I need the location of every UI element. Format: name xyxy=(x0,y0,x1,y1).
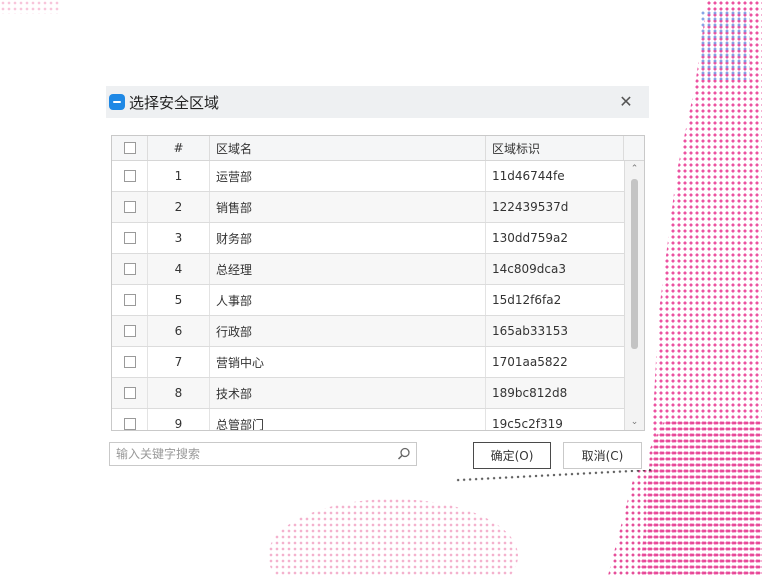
row-checkbox-cell[interactable] xyxy=(112,285,148,315)
row-zone-name: 总经理 xyxy=(210,254,486,284)
row-zone-id: 189bc812d8 xyxy=(492,386,568,400)
row-index: 6 xyxy=(148,316,210,346)
background-pattern xyxy=(0,0,60,14)
row-zone-name: 运营部 xyxy=(210,161,486,191)
row-zone-name: 营销中心 xyxy=(210,347,486,377)
search-icon[interactable] xyxy=(396,446,412,462)
row-checkbox-cell[interactable] xyxy=(112,347,148,377)
column-header-id[interactable]: 区域标识 xyxy=(486,136,624,160)
row-zone-id: 122439537d xyxy=(492,200,569,214)
row-index: 5 xyxy=(148,285,210,315)
row-checkbox[interactable] xyxy=(123,263,136,275)
header-filler xyxy=(624,136,644,160)
row-index: 4 xyxy=(148,254,210,284)
table-row[interactable]: 2 销售部 122439537d xyxy=(112,192,624,223)
confirm-button[interactable]: 确定(O) xyxy=(473,442,551,469)
row-checkbox-cell[interactable] xyxy=(112,254,148,284)
close-button[interactable]: ✕ xyxy=(614,90,638,114)
table-body: 1 运营部 11d46744fe 2 销售部 122439537d 3 财务部 130dd759… xyxy=(112,161,624,430)
row-zone-id: 165ab33153 xyxy=(492,324,569,338)
close-icon[interactable]: ✕ xyxy=(619,92,632,111)
row-zone-name: 行政部 xyxy=(210,316,486,346)
search-input[interactable] xyxy=(110,443,390,465)
zone-table: # 区域名 区域标识 1 运营部 11d46744fe 2 销售部 122439537d 3… xyxy=(111,135,645,431)
row-checkbox-cell[interactable] xyxy=(112,378,148,408)
row-checkbox-cell[interactable] xyxy=(112,192,148,222)
column-header-index[interactable]: # xyxy=(148,136,210,160)
table-row[interactable]: 7 营销中心 1701aa5822 xyxy=(112,347,624,378)
row-index: 9 xyxy=(148,409,210,430)
table-row[interactable]: 5 人事部 15d12f6fa2 xyxy=(112,285,624,316)
row-index: 2 xyxy=(148,192,210,222)
row-index: 1 xyxy=(148,161,210,191)
chevron-down-icon[interactable]: ⌄ xyxy=(625,414,644,430)
row-checkbox[interactable] xyxy=(123,294,136,306)
select-security-zone-dialog: 选择安全区域 ✕ # 区域名 区域标识 1 运营部 11d46744fe 2 销售部 12… xyxy=(106,86,649,470)
app-logo-icon xyxy=(109,94,125,110)
background-pattern xyxy=(268,499,518,575)
column-header-name[interactable]: 区域名 xyxy=(210,136,486,160)
row-checkbox-cell[interactable] xyxy=(112,316,148,346)
table-row[interactable]: 4 总经理 14c809dca3 xyxy=(112,254,624,285)
row-zone-name: 人事部 xyxy=(210,285,486,315)
row-zone-id: 130dd759a2 xyxy=(492,231,569,245)
table-row[interactable]: 6 行政部 165ab33153 xyxy=(112,316,624,347)
row-checkbox-cell[interactable] xyxy=(112,223,148,253)
row-zone-id: 15d12f6fa2 xyxy=(492,293,562,307)
row-checkbox[interactable] xyxy=(123,356,136,368)
row-zone-name: 技术部 xyxy=(210,378,486,408)
row-checkbox[interactable] xyxy=(123,232,136,244)
cancel-button[interactable]: 取消(C) xyxy=(563,442,642,469)
row-checkbox-cell[interactable] xyxy=(112,409,148,430)
row-zone-name: 销售部 xyxy=(210,192,486,222)
row-zone-name: 财务部 xyxy=(210,223,486,253)
table-header: # 区域名 区域标识 xyxy=(112,136,644,161)
row-zone-id: 11d46744fe xyxy=(492,169,565,183)
row-zone-name: 总管部门 xyxy=(210,409,486,430)
dialog-title: 选择安全区域 xyxy=(129,94,220,112)
row-checkbox[interactable] xyxy=(123,325,136,337)
table-row[interactable]: 8 技术部 189bc812d8 xyxy=(112,378,624,409)
search-box xyxy=(109,442,417,466)
scrollbar-thumb[interactable] xyxy=(631,179,638,349)
background-pattern xyxy=(700,10,750,80)
row-checkbox[interactable] xyxy=(123,418,136,430)
chevron-up-icon[interactable]: ⌃ xyxy=(625,161,644,177)
table-row[interactable]: 3 财务部 130dd759a2 xyxy=(112,223,624,254)
row-index: 8 xyxy=(148,378,210,408)
row-zone-id: 19c5c2f319 xyxy=(492,417,563,431)
dialog-titlebar: 选择安全区域 ✕ xyxy=(106,86,649,118)
row-zone-id: 1701aa5822 xyxy=(492,355,568,369)
select-all-cell[interactable] xyxy=(112,136,148,160)
row-index: 3 xyxy=(148,223,210,253)
table-row[interactable]: 9 总管部门 19c5c2f319 xyxy=(112,409,624,431)
row-checkbox[interactable] xyxy=(123,201,136,213)
table-row[interactable]: 1 运营部 11d46744fe xyxy=(112,161,624,192)
select-all-checkbox[interactable] xyxy=(123,142,136,154)
vertical-scrollbar[interactable]: ⌃ ⌄ xyxy=(624,161,644,430)
row-checkbox[interactable] xyxy=(123,387,136,399)
row-checkbox[interactable] xyxy=(123,170,136,182)
row-index: 7 xyxy=(148,347,210,377)
row-zone-id: 14c809dca3 xyxy=(492,262,566,276)
row-checkbox-cell[interactable] xyxy=(112,161,148,191)
